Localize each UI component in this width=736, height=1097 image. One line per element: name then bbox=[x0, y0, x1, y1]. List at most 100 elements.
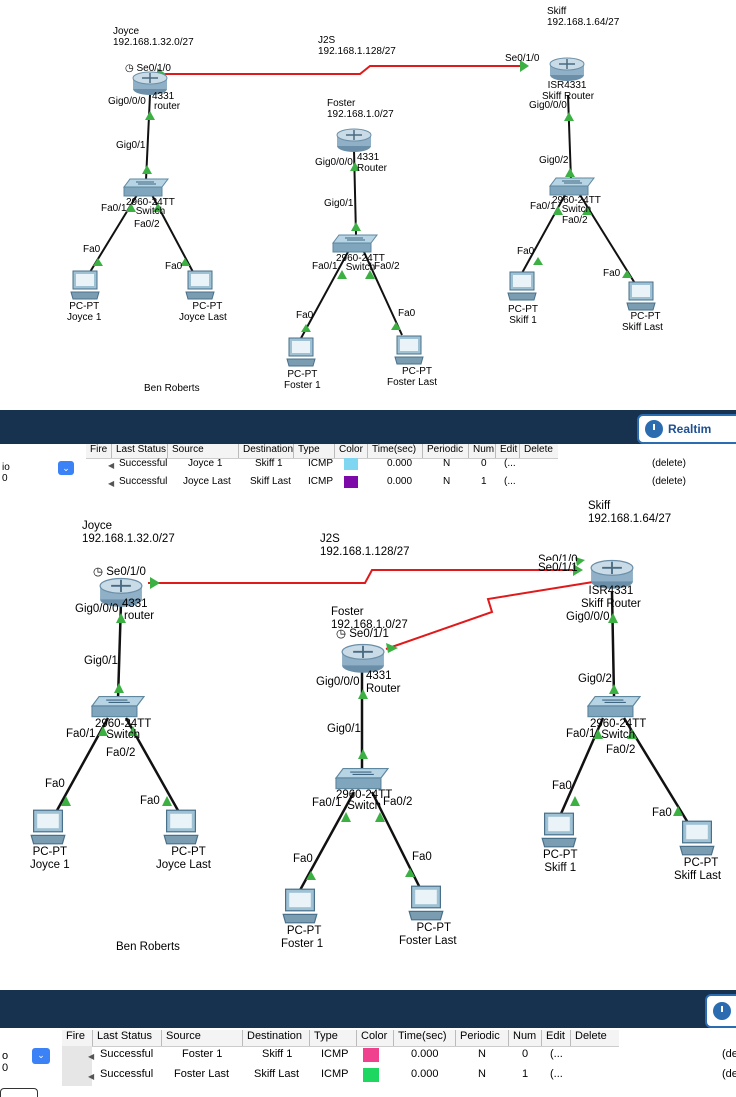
col-delete: Delete bbox=[575, 1030, 607, 1042]
pc-label-skiff-1: PC-PT Skiff 1 bbox=[508, 304, 538, 326]
pdu-delete-button[interactable]: (de bbox=[722, 1048, 736, 1060]
network-subnet: 192.168.1.0/27 bbox=[327, 109, 394, 120]
port-label: Gig0/2 bbox=[578, 673, 612, 685]
fire-icon[interactable]: ◀ bbox=[108, 479, 114, 488]
pdu-time: 0.000 bbox=[387, 458, 413, 469]
pdu-status: Successful bbox=[119, 458, 168, 469]
router-name: Router bbox=[357, 163, 388, 174]
pdu-type: ICMP bbox=[321, 1068, 349, 1080]
pc-icon-skiff-last[interactable] bbox=[626, 281, 656, 311]
pc-icon-skiff-last[interactable] bbox=[679, 820, 715, 856]
pc-icon-foster-last[interactable] bbox=[394, 335, 424, 365]
port-label: Gig0/1 bbox=[84, 655, 118, 667]
pdu-periodic: N bbox=[443, 476, 451, 487]
pdu-row[interactable]: ◀ Successful Foster 1 Skiff 1 ICMP 0.000… bbox=[0, 1046, 736, 1086]
pc-icon-joyce-last[interactable] bbox=[163, 809, 199, 845]
fire-icon[interactable]: ◀ bbox=[88, 1072, 94, 1081]
port-label: Fa0 bbox=[412, 851, 432, 863]
pc-icon-skiff-1[interactable] bbox=[507, 271, 537, 301]
pdu-periodic: N bbox=[443, 458, 451, 469]
port-label: ◷ Se0/1/0 bbox=[93, 566, 146, 578]
pc-icon-foster-1[interactable] bbox=[286, 337, 316, 367]
pdu-color-swatch bbox=[363, 1068, 379, 1082]
switch-icon-foster[interactable] bbox=[332, 233, 378, 253]
switch-label-skiff: 2960-24TT Switch bbox=[552, 195, 601, 215]
pdu-periodic: N bbox=[478, 1068, 486, 1080]
switch-label-foster: 2960-24TT Switch bbox=[336, 789, 392, 813]
port-label: Gig0/2 bbox=[539, 155, 569, 166]
router-icon-skiff[interactable] bbox=[549, 56, 585, 82]
port-label: Fa0 bbox=[652, 807, 672, 819]
switch-icon-foster[interactable] bbox=[334, 766, 390, 790]
router-model: ISR4331 bbox=[547, 80, 587, 91]
pdu-row[interactable]: ◀ Successful Joyce Last Skiff Last ICMP … bbox=[0, 474, 736, 492]
clock-icon: ◷ bbox=[93, 566, 104, 578]
port-label: Fa0/2 bbox=[134, 219, 160, 230]
port-label: Fa0/2 bbox=[562, 215, 588, 226]
fire-icon[interactable]: ◀ bbox=[108, 461, 114, 470]
port-label: Fa0 bbox=[517, 246, 535, 257]
network-label-skiff: Skiff 192.168.1.64/27 bbox=[547, 6, 619, 28]
fire-icon[interactable]: ◀ bbox=[88, 1052, 94, 1061]
pc-icon-joyce-1[interactable] bbox=[30, 809, 66, 845]
pc-icon-foster-1[interactable] bbox=[282, 888, 318, 924]
pc-icon-joyce-last[interactable] bbox=[185, 270, 215, 300]
router-icon-foster[interactable] bbox=[336, 127, 372, 153]
port-label: Fa0/2 bbox=[606, 744, 636, 756]
port-label: Fa0/1 bbox=[101, 203, 127, 214]
author-label: Ben Roberts bbox=[116, 941, 180, 953]
pdu-edit-button[interactable]: (... bbox=[550, 1068, 563, 1080]
pdu-num: 1 bbox=[522, 1068, 529, 1080]
router-label-skiff: ISR4331 Skiff Router bbox=[581, 585, 641, 611]
router-label-skiff: ISR4331 Skiff Router bbox=[540, 80, 594, 102]
clock-icon: ◷ bbox=[336, 628, 347, 640]
port-label: Fa0 bbox=[293, 853, 313, 865]
author-label: Ben Roberts bbox=[144, 383, 200, 394]
realtime-mode-button[interactable]: Realtim bbox=[637, 414, 736, 444]
pdu-delete-button[interactable]: (delete) bbox=[652, 458, 686, 469]
topology-panel-2: Joyce 192.168.1.32.0/27 J2S 192.168.1.12… bbox=[0, 496, 736, 990]
pdu-destination: Skiff Last bbox=[250, 476, 291, 487]
port-label: ◷ Se0/1/1 bbox=[336, 628, 389, 640]
pdu-time: 0.000 bbox=[411, 1068, 439, 1080]
switch-icon-skiff[interactable] bbox=[549, 176, 595, 196]
col-source: Source bbox=[162, 1030, 243, 1046]
pdu-row[interactable]: ◀ Successful Foster Last Skiff Last ICMP… bbox=[0, 1066, 736, 1086]
pdu-destination: Skiff Last bbox=[254, 1068, 300, 1080]
network-name: Joyce bbox=[82, 520, 113, 532]
router-model: 4331 bbox=[357, 152, 380, 163]
pdu-destination: Skiff 1 bbox=[262, 1048, 293, 1060]
port-label: Gig0/1 bbox=[327, 723, 361, 735]
serial-link-joyce-skiff bbox=[155, 65, 525, 75]
network-label-joyce: Joyce 192.168.1.32.0/27 bbox=[82, 520, 175, 546]
port-label: Se0/1/0 bbox=[505, 53, 540, 64]
pdu-source: Foster Last bbox=[174, 1068, 230, 1080]
pc-label-foster-1: PC-PT Foster 1 bbox=[284, 369, 321, 391]
switch-icon-joyce[interactable] bbox=[123, 177, 169, 197]
pdu-delete-button[interactable]: (delete) bbox=[652, 476, 686, 487]
pdu-edit-button[interactable]: (... bbox=[504, 458, 516, 469]
clock-icon bbox=[713, 1002, 731, 1020]
switch-icon-joyce[interactable] bbox=[90, 694, 146, 718]
scenario-new-button[interactable] bbox=[0, 1088, 38, 1097]
pdu-edit-button[interactable]: (... bbox=[550, 1048, 563, 1060]
pdu-edit-button[interactable]: (... bbox=[504, 476, 516, 487]
clock-icon bbox=[645, 420, 663, 438]
pc-label-joyce-last: PC-PT Joyce Last bbox=[156, 846, 211, 871]
pc-icon-foster-last[interactable] bbox=[408, 885, 444, 921]
pc-icon-joyce-1[interactable] bbox=[70, 270, 100, 300]
port-label: ◷ Se0/1/0 bbox=[125, 63, 171, 74]
pdu-status: Successful bbox=[100, 1068, 154, 1080]
pc-icon-skiff-1[interactable] bbox=[541, 812, 577, 848]
switch-icon-skiff[interactable] bbox=[586, 694, 642, 718]
port-label: Fa0 bbox=[165, 261, 183, 272]
realtime-mode-button[interactable] bbox=[705, 994, 736, 1028]
pdu-row[interactable]: ◀ Successful Joyce 1 Skiff 1 ICMP 0.000 … bbox=[0, 456, 736, 474]
pdu-source: Joyce Last bbox=[183, 476, 231, 487]
col-destination: Destination bbox=[243, 1030, 310, 1046]
network-name: Skiff bbox=[547, 6, 567, 17]
network-label-j2s: J2S 192.168.1.128/27 bbox=[318, 35, 396, 57]
pdu-delete-button[interactable]: (de bbox=[722, 1068, 736, 1080]
realtime-label: Realtim bbox=[668, 422, 712, 436]
pc-label-joyce-last: PC-PT Joyce Last bbox=[179, 301, 227, 323]
